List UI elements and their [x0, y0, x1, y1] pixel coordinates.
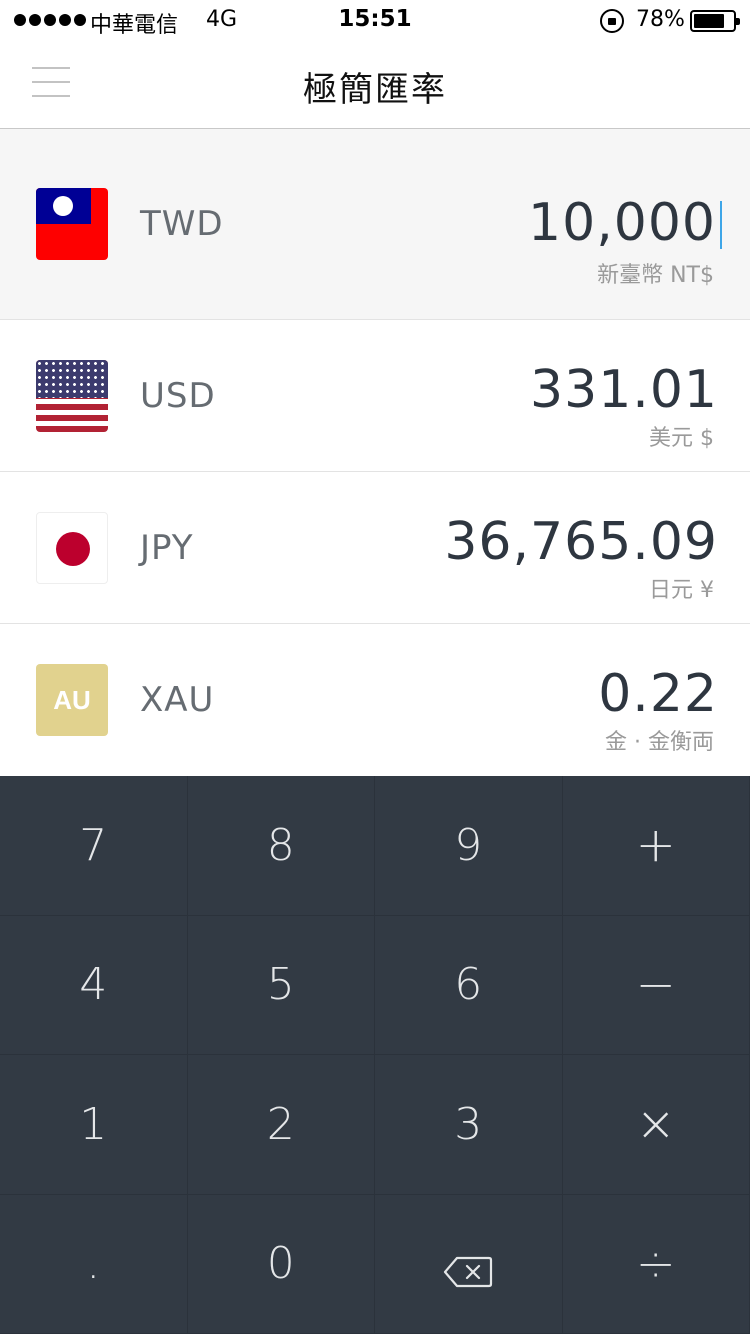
currency-code: TWD — [140, 204, 224, 244]
currency-name: 日元 ¥ — [649, 578, 714, 603]
currency-row-jpy[interactable]: JPY 36,765.09 日元 ¥ — [0, 472, 750, 624]
key-7[interactable]: 7 — [0, 776, 188, 916]
battery-percent: 78% — [636, 7, 685, 32]
key-9[interactable]: 9 — [375, 776, 563, 916]
key-3[interactable]: 3 — [375, 1055, 563, 1195]
taiwan-flag-icon — [36, 188, 108, 260]
rotation-lock-icon — [600, 9, 624, 33]
japan-flag-icon — [36, 512, 108, 584]
key-1[interactable]: 1 — [0, 1055, 188, 1195]
currency-row-xau[interactable]: AU XAU 0.22 金 · 金衡両 — [0, 624, 750, 777]
calculator-keypad: 7 8 9 + 4 5 6 − 1 2 3 × . 0 ÷ — [0, 776, 750, 1334]
currency-code: JPY — [140, 528, 194, 568]
key-plus[interactable]: + — [562, 776, 750, 916]
gold-au-icon: AU — [36, 664, 108, 736]
key-0[interactable]: 0 — [187, 1194, 375, 1334]
battery-icon — [690, 10, 740, 32]
key-8[interactable]: 8 — [187, 776, 375, 916]
status-bar: 中華電信 4G 15:51 78% — [0, 0, 750, 40]
currency-code: USD — [140, 376, 216, 416]
key-backspace[interactable] — [375, 1194, 563, 1334]
key-divide[interactable]: ÷ — [562, 1194, 750, 1334]
key-multiply[interactable]: × — [562, 1055, 750, 1195]
key-decimal[interactable]: . — [0, 1194, 188, 1334]
key-5[interactable]: 5 — [187, 915, 375, 1055]
currency-list: TWD 10,000 新臺幣 NT$ USD 331.01 美元 $ JPY 3… — [0, 129, 750, 777]
page-title: 極簡匯率 — [303, 70, 447, 110]
key-2[interactable]: 2 — [187, 1055, 375, 1195]
text-cursor — [720, 201, 722, 249]
currency-name: 美元 $ — [649, 426, 714, 451]
currency-row-twd[interactable]: TWD 10,000 新臺幣 NT$ — [0, 129, 750, 320]
currency-amount-input[interactable]: 10,000 — [528, 193, 716, 253]
currency-name: 新臺幣 NT$ — [597, 263, 714, 288]
key-4[interactable]: 4 — [0, 915, 188, 1055]
currency-amount: 36,765.09 — [444, 512, 718, 572]
us-flag-icon — [36, 360, 108, 432]
currency-row-usd[interactable]: USD 331.01 美元 $ — [0, 320, 750, 472]
currency-code: XAU — [140, 680, 215, 720]
key-6[interactable]: 6 — [375, 915, 563, 1055]
currency-amount: 331.01 — [530, 360, 718, 420]
currency-name: 金 · 金衡両 — [605, 730, 714, 755]
currency-amount: 0.22 — [598, 664, 718, 724]
nav-bar: 極簡匯率 — [0, 40, 750, 129]
key-minus[interactable]: − — [562, 915, 750, 1055]
backspace-icon — [443, 1248, 493, 1287]
